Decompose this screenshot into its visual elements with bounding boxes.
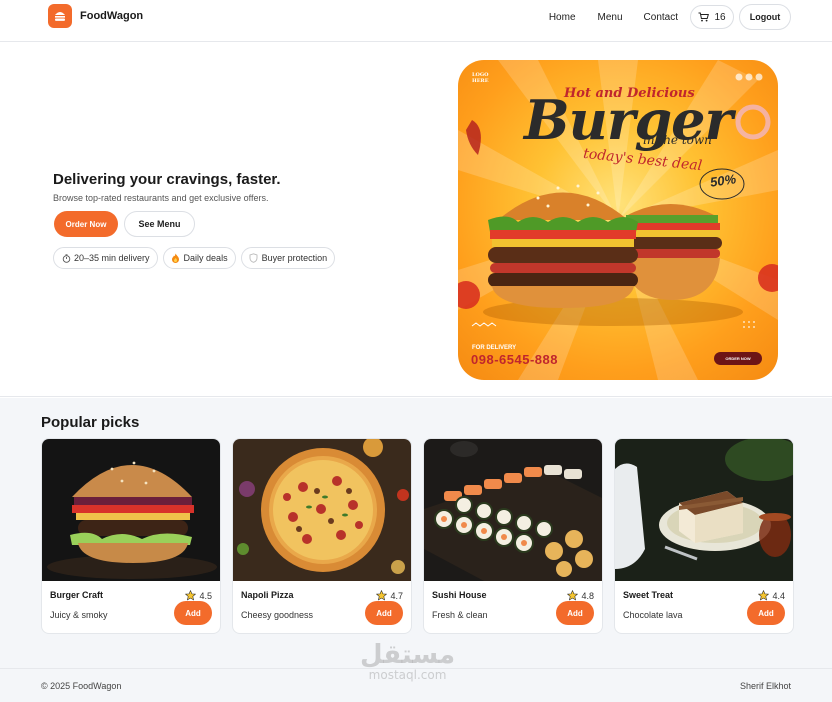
add-to-cart-button[interactable]: Add <box>747 601 785 625</box>
chip-delivery-time: 20–35 min delivery <box>53 247 158 269</box>
card-rating: 4.8 <box>567 590 594 601</box>
star-icon <box>567 590 579 601</box>
poster-phone: 098-6545-888 <box>471 352 558 367</box>
popular-picks-section: Popular picks Burger Craft 4.5 Juicy & s… <box>0 398 832 668</box>
card-rating: 4.4 <box>758 590 785 601</box>
card-rating: 4.5 <box>185 590 212 601</box>
nav-home-link[interactable]: Home <box>549 12 576 23</box>
card-title: Burger Craft <box>50 590 104 600</box>
pizza-photo <box>233 439 411 581</box>
poster-logo-placeholder: LOGO HERE <box>472 72 489 84</box>
chip-label: 20–35 min delivery <box>74 253 150 263</box>
dessert-photo <box>615 439 793 581</box>
star-icon <box>185 590 197 601</box>
product-card[interactable]: Napoli Pizza 4.7 Cheesy goodness Add <box>232 438 412 634</box>
product-card[interactable]: Burger Craft 4.5 Juicy & smoky Add <box>41 438 221 634</box>
burger-photo <box>42 439 220 581</box>
section-title: Popular picks <box>41 414 140 431</box>
card-description: Cheesy goodness <box>241 610 314 620</box>
cart-count: 16 <box>714 11 726 23</box>
footer-author: Sherif Elkhot <box>739 681 791 691</box>
card-description: Fresh & clean <box>432 610 488 620</box>
burger-logo-icon <box>48 4 72 28</box>
star-icon <box>758 590 770 601</box>
chip-label: Daily deals <box>183 253 228 263</box>
hero-subtitle: Browse top-rated restaurants and get exc… <box>53 193 269 203</box>
hero-section: Delivering your cravings, faster. Browse… <box>0 42 832 397</box>
rating-value: 4.5 <box>199 590 212 601</box>
stopwatch-icon <box>61 253 71 263</box>
cart-icon <box>698 12 710 22</box>
product-card[interactable]: Sweet Treat 4.4 Chocolate lava Add <box>614 438 794 634</box>
chip-daily-deals: Daily deals <box>162 247 236 269</box>
footer: مستقل mostaql.com © 2025 FoodWagon Sheri… <box>0 641 832 702</box>
card-description: Juicy & smoky <box>50 610 108 620</box>
watermark-arabic: مستقل <box>360 640 456 670</box>
hero-actions: Order Now See Menu <box>54 211 195 237</box>
product-card[interactable]: Sushi House 4.8 Fresh & clean Add <box>423 438 603 634</box>
hero-burger-poster: LOGO HERE Hot and Delicious Burger in th… <box>458 60 778 380</box>
shield-icon <box>249 253 259 263</box>
rating-value: 4.7 <box>390 590 403 601</box>
order-now-button[interactable]: Order Now <box>54 211 118 237</box>
poster-order-badge: ORDER NOW <box>714 352 762 365</box>
footer-copyright: © 2025 FoodWagon <box>41 681 122 691</box>
feature-chips: 20–35 min delivery Daily deals Buyer pro… <box>53 247 336 269</box>
rating-value: 4.4 <box>772 590 785 601</box>
brand[interactable]: FoodWagon <box>48 4 143 28</box>
card-title: Sushi House <box>432 590 487 600</box>
add-to-cart-button[interactable]: Add <box>365 601 403 625</box>
card-title: Sweet Treat <box>623 590 674 600</box>
brand-name: FoodWagon <box>80 10 144 22</box>
chip-buyer-protection: Buyer protection <box>240 247 336 269</box>
nav-menu-link[interactable]: Menu <box>598 12 623 23</box>
chip-label: Buyer protection <box>261 253 328 263</box>
navbar: FoodWagon Home Menu Contact 16 Logout <box>0 0 832 42</box>
hero-title: Delivering your cravings, faster. <box>53 171 281 188</box>
card-title: Napoli Pizza <box>241 590 294 600</box>
add-to-cart-button[interactable]: Add <box>556 601 594 625</box>
rating-value: 4.8 <box>581 590 594 601</box>
logout-button[interactable]: Logout <box>739 4 791 30</box>
watermark: مستقل mostaql.com <box>360 641 455 681</box>
card-rating: 4.7 <box>376 590 403 601</box>
see-menu-button[interactable]: See Menu <box>124 211 195 237</box>
watermark-latin: mostaql.com <box>368 668 447 682</box>
add-to-cart-button[interactable]: Add <box>174 601 212 625</box>
cart-button[interactable]: 16 <box>690 5 734 29</box>
product-cards: Burger Craft 4.5 Juicy & smoky Add Napol… <box>41 438 794 634</box>
flame-icon <box>171 253 181 263</box>
star-icon <box>376 590 388 601</box>
poster-subheadline: in the town <box>643 133 712 147</box>
poster-delivery-label: FOR DELIVERY <box>472 345 517 351</box>
card-description: Chocolate lava <box>623 610 683 620</box>
nav-links: Home Menu Contact 16 Logout <box>549 4 791 30</box>
sushi-photo <box>424 439 602 581</box>
nav-contact-link[interactable]: Contact <box>644 12 678 23</box>
